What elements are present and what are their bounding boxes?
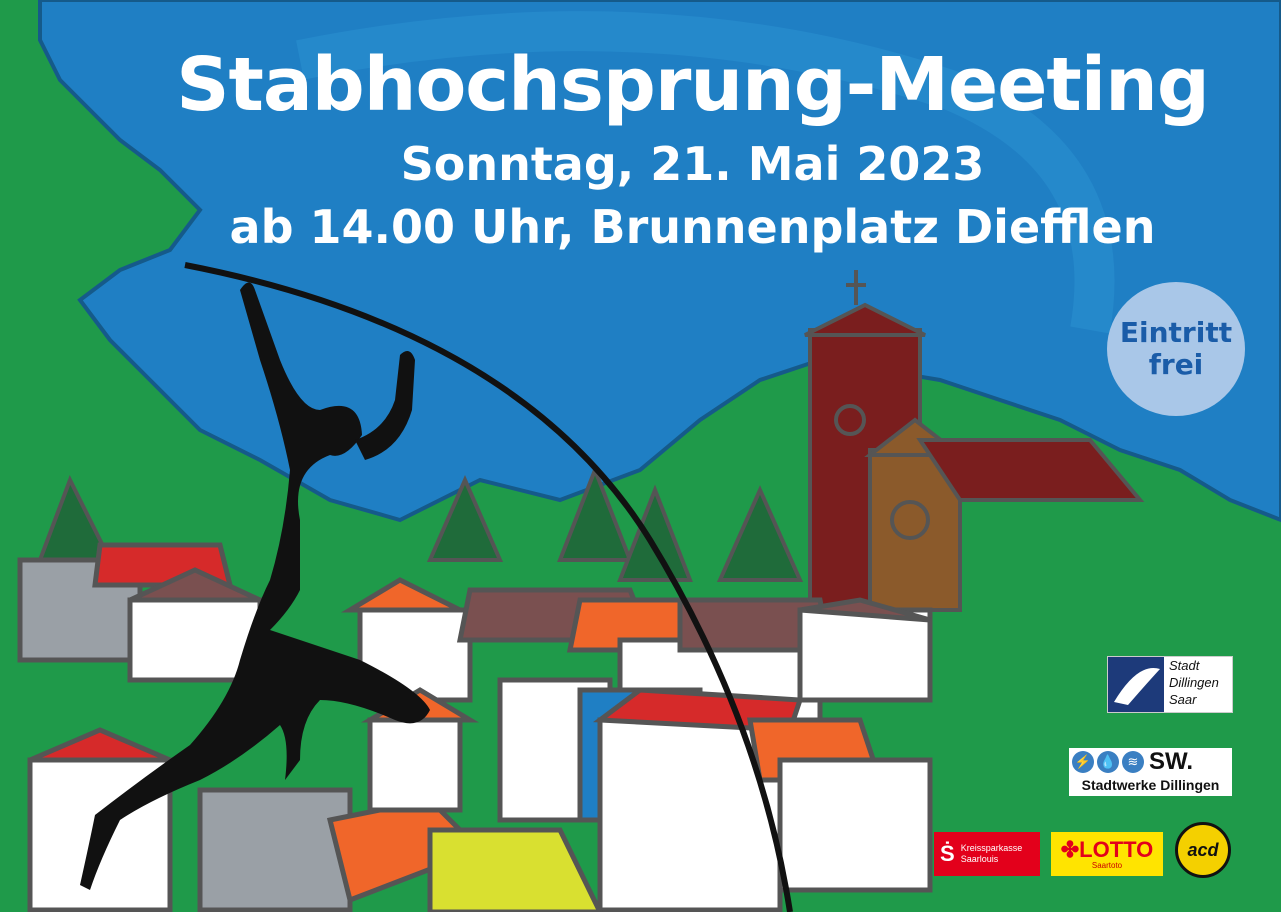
badge-line2: frei	[1148, 348, 1204, 381]
gas-icon: ≋	[1122, 751, 1144, 773]
sponsor-kreissparkasse: Ṡ Kreissparkasse Saarlouis	[934, 832, 1040, 876]
free-entry-badge: Eintritt frei	[1107, 282, 1245, 416]
sponsor-lotto: ✤LOTTO Saartoto	[1051, 832, 1163, 876]
event-time-place: ab 14.00 Uhr, Brunnenplatz Diefflen	[229, 200, 1156, 254]
ksk-line2: Saarlouis	[960, 854, 999, 864]
ksk-line1: Kreissparkasse	[960, 843, 1023, 853]
dillingen-line2: Dillingen	[1169, 675, 1219, 690]
dillingen-line3: Saar	[1169, 692, 1197, 707]
dillingen-logo-icon	[1108, 657, 1164, 712]
sponsor-acd: acd	[1175, 822, 1231, 878]
event-date: Sonntag, 21. Mai 2023	[400, 137, 985, 191]
lotto-sub: Saartoto	[1091, 860, 1123, 870]
lotto-name: LOTTO	[1079, 836, 1154, 862]
water-icon: 💧	[1097, 751, 1119, 773]
dillingen-line1: Stadt	[1169, 658, 1200, 673]
event-poster: Stabhochsprung-Meeting Sonntag, 21. Mai …	[0, 0, 1281, 912]
acd-name: acd	[1187, 839, 1219, 860]
sponsor-stadtwerke: ⚡ 💧 ≋ SW. Stadtwerke Dillingen	[1069, 748, 1232, 796]
dillingen-text: Stadt Dillingen Saar	[1164, 657, 1232, 712]
event-title: Stabhochsprung-Meeting	[176, 42, 1210, 128]
stadtwerke-short: SW.	[1149, 748, 1194, 775]
clover-icon: ✤	[1060, 836, 1080, 862]
stadtwerke-name: Stadtwerke Dillingen	[1081, 777, 1220, 793]
power-icon: ⚡	[1072, 751, 1094, 773]
badge-line1: Eintritt	[1119, 315, 1233, 349]
sponsor-stadt-dillingen: Stadt Dillingen Saar	[1107, 656, 1233, 713]
sparkasse-icon: Ṡ	[940, 841, 955, 866]
